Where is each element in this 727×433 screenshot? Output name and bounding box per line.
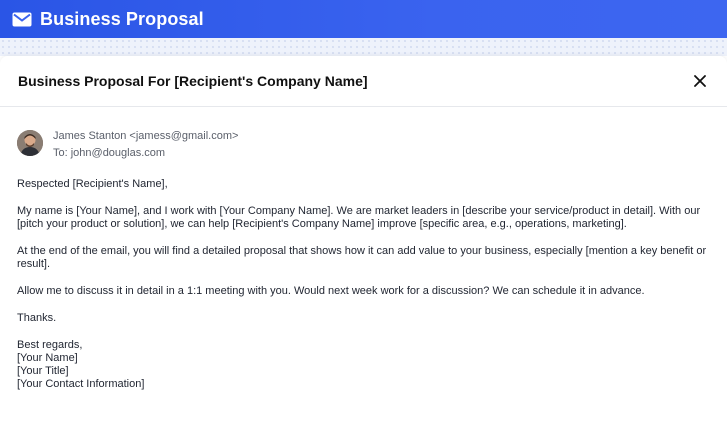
email-body: Respected [Recipient's Name], My name is… <box>17 178 707 391</box>
mail-icon <box>12 11 32 27</box>
signature-contact: [Your Contact Information] <box>17 378 145 390</box>
signature-closing: Best regards, <box>17 339 83 351</box>
email-card: Business Proposal For [Recipient's Compa… <box>0 56 727 433</box>
app-title: Business Proposal <box>40 8 204 29</box>
signature-title: [Your Title] <box>17 365 69 377</box>
close-icon <box>694 75 706 87</box>
signature-name: [Your Name] <box>17 352 78 364</box>
email-thanks: Thanks. <box>17 312 57 324</box>
email-paragraph-2: At the end of the email, you will find a… <box>17 245 707 270</box>
email-signature: Best regards, [Your Name] [Your Title] [… <box>17 339 707 391</box>
decorative-dotted-strip <box>0 38 727 56</box>
close-button[interactable] <box>691 72 709 90</box>
sender-info: James Stanton <jamess@gmail.com> To: joh… <box>17 128 238 162</box>
email-paragraph-3: Allow me to discuss it in detail in a 1:… <box>17 285 645 297</box>
sender-from: James Stanton <jamess@gmail.com> <box>53 130 239 142</box>
recipient-to: To: john@douglas.com <box>53 147 166 159</box>
email-paragraph-1: My name is [Your Name], and I work with … <box>17 205 701 230</box>
email-header: Business Proposal For [Recipient's Compa… <box>0 56 727 107</box>
app-header-bar: Business Proposal <box>0 0 727 38</box>
email-subject: Business Proposal For [Recipient's Compa… <box>18 73 368 89</box>
avatar <box>17 130 43 156</box>
email-greeting: Respected [Recipient's Name], <box>17 178 168 190</box>
sender-details: James Stanton <jamess@gmail.com> To: joh… <box>53 128 238 162</box>
